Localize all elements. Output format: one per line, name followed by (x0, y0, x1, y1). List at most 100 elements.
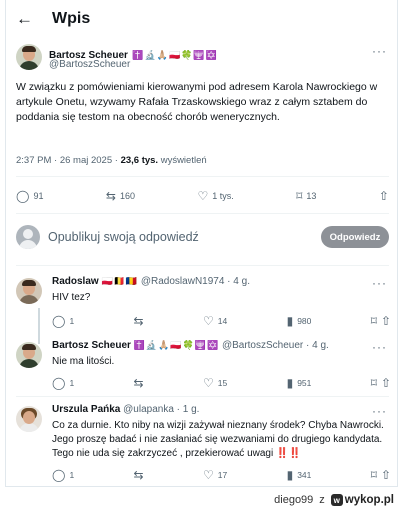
reply-actions: ◯ 1 ⇆ ♡ 14 ▮ 980 ⌑ ⇧ (52, 314, 391, 328)
page-title: Wpis (52, 10, 91, 27)
bookmark-icon: ⌑ (370, 376, 377, 390)
heart-icon: ♡ (197, 189, 209, 203)
watermark-user: diego99 (274, 494, 314, 506)
wykop-watermark: diego99 z w wykop.pl (274, 491, 394, 509)
retweet-icon: ⇆ (133, 376, 144, 390)
reply-author-handle[interactable]: @ulapanka · 1 g. (123, 404, 199, 415)
divider (16, 176, 389, 177)
bookmark-icon: ⌑ (296, 189, 303, 203)
my-avatar (16, 225, 40, 249)
reply-input[interactable]: Opublikuj swoją odpowiedź (48, 230, 321, 244)
reply-tweet[interactable]: Urszula Pańka @ulapanka · 1 g. ··· Co za… (16, 404, 391, 486)
more-options-icon[interactable]: ··· (372, 404, 387, 418)
chart-icon: ▮ (286, 468, 294, 482)
bookmark-stat[interactable]: ⌑ 13 (296, 190, 316, 202)
share-button[interactable]: ⇧ (379, 190, 389, 202)
views-label: wyświetleń (158, 155, 207, 166)
views-count: 23,6 tys. (120, 155, 159, 166)
divider (16, 265, 389, 266)
reply-tweet[interactable]: Bartosz Scheuer ✝️🔬🙏🏼🇵🇱🍀🕎✡️ @BartoszSche… (16, 340, 391, 390)
screenshot-frame: ← Wpis Bartosz Scheuer ✝️🔬🙏🏼🇵🇱🍀🕎✡️ @Bart… (0, 0, 400, 511)
more-options-icon[interactable]: ··· (372, 44, 387, 58)
like-stat[interactable]: ♡ 1 tys. (197, 190, 233, 202)
author-handle[interactable]: @BartoszScheuer (49, 59, 130, 70)
retweet-icon: ⇆ (133, 314, 144, 328)
like-stat[interactable]: ♡ 14 (203, 315, 227, 327)
reply-stat[interactable]: ◯ 1 (52, 377, 74, 389)
bookmark-share[interactable]: ⌑ ⇧ (371, 469, 391, 481)
arrow-left-icon[interactable]: ← (16, 9, 42, 29)
bookmark-share[interactable]: ⌑ ⇧ (371, 377, 391, 389)
watermark-z: z (319, 494, 325, 506)
reply-stat[interactable]: ◯ 1 (52, 469, 74, 481)
post-time[interactable]: 2:37 PM · 26 maj 2025 · (16, 155, 121, 166)
double-exclamation-icon: ‼️‼️ (276, 448, 301, 459)
chart-icon: ▮ (286, 376, 294, 390)
reply-button[interactable]: Odpowiedz (321, 226, 389, 248)
heart-icon: ♡ (202, 376, 214, 390)
share-icon: ⇧ (378, 189, 389, 203)
divider (16, 396, 389, 397)
reply-icon: ◯ (52, 468, 66, 482)
retweet-icon: ⇆ (105, 189, 116, 203)
reply-header: Bartosz Scheuer ✝️🔬🙏🏼🇵🇱🍀🕎✡️ @BartoszSche… (52, 340, 391, 351)
reply-tweet[interactable]: Radoslaw 🇵🇱🇧🇪🇷🇴 @RadoslawN1974 · 4 g. ··… (16, 276, 391, 344)
reply-author-handle[interactable]: @BartoszScheuer · 4 g. (222, 340, 329, 351)
reply-header: Urszula Pańka @ulapanka · 1 g. (52, 404, 391, 415)
reply-author-name[interactable]: Urszula Pańka (52, 404, 120, 415)
post-stats: ◯ 91 ⇆ 160 ♡ 1 tys. ⌑ 13 ⇧ (16, 187, 389, 205)
share-icon: ⇧ (380, 314, 391, 328)
share-icon: ⇧ (380, 468, 391, 482)
retweet-icon: ⇆ (133, 468, 144, 482)
main-post-text: W związku z pomówieniami kierowanymi pod… (16, 81, 378, 123)
retweet-stat[interactable]: ⇆ (134, 377, 144, 389)
reply-text: Co za durnie. Kto niby na wizji zażywał … (52, 420, 384, 459)
reply-author-emoji: 🇵🇱🇧🇪🇷🇴 (101, 276, 139, 286)
wykop-logo: w wykop.pl (330, 494, 394, 506)
reply-stat[interactable]: ◯ 91 (16, 190, 43, 202)
reply-icon: ◯ (16, 189, 30, 203)
heart-icon: ♡ (202, 314, 214, 328)
retweet-stat[interactable]: ⇆ (134, 469, 144, 481)
wykop-logo-icon: w (330, 494, 343, 506)
reply-icon: ◯ (52, 376, 66, 390)
reply-author-name[interactable]: Radoslaw (52, 276, 99, 287)
post-card: ← Wpis Bartosz Scheuer ✝️🔬🙏🏼🇵🇱🍀🕎✡️ @Bart… (5, 0, 398, 487)
bookmark-icon: ⌑ (370, 314, 377, 328)
reply-text: HIV tez? (52, 292, 91, 303)
bookmark-share[interactable]: ⌑ ⇧ (371, 315, 391, 327)
chart-icon: ▮ (286, 314, 294, 328)
views-stat[interactable]: ▮ 980 (287, 315, 312, 327)
views-stat[interactable]: ▮ 341 (287, 469, 312, 481)
reply-icon: ◯ (52, 314, 66, 328)
reply-header: Radoslaw 🇵🇱🇧🇪🇷🇴 @RadoslawN1974 · 4 g. (52, 276, 391, 287)
more-options-icon[interactable]: ··· (372, 340, 387, 354)
retweet-stat[interactable]: ⇆ 160 (106, 190, 135, 202)
reply-text: Nie ma litości. (52, 356, 115, 367)
reply-actions: ◯ 1 ⇆ ♡ 17 ▮ 341 ⌑ ⇧ (52, 468, 391, 482)
bookmark-icon: ⌑ (370, 468, 377, 482)
reply-author-name[interactable]: Bartosz Scheuer (52, 340, 131, 351)
main-post-author: Bartosz Scheuer ✝️🔬🙏🏼🇵🇱🍀🕎✡️ @BartoszSche… (16, 44, 391, 76)
post-meta: 2:37 PM · 26 maj 2025 · 23,6 tys. wyświe… (16, 155, 207, 166)
like-stat[interactable]: ♡ 17 (203, 469, 227, 481)
reply-author-emoji: ✝️🔬🙏🏼🇵🇱🍀🕎✡️ (133, 340, 220, 350)
reply-author-handle[interactable]: @RadoslawN1974 · 4 g. (141, 276, 250, 287)
avatar[interactable] (16, 278, 42, 304)
retweet-stat[interactable]: ⇆ (134, 315, 144, 327)
reply-actions: ◯ 1 ⇆ ♡ 15 ▮ 951 ⌑ ⇧ (52, 376, 391, 390)
share-icon: ⇧ (380, 376, 391, 390)
like-stat[interactable]: ♡ 15 (203, 377, 227, 389)
more-options-icon[interactable]: ··· (372, 276, 387, 290)
divider (16, 213, 389, 214)
page-header: ← Wpis (6, 0, 397, 38)
avatar[interactable] (16, 342, 42, 368)
avatar[interactable] (16, 406, 42, 432)
views-stat[interactable]: ▮ 951 (287, 377, 312, 389)
heart-icon: ♡ (202, 468, 214, 482)
avatar[interactable] (16, 44, 42, 70)
author-emoji: ✝️🔬🙏🏼🇵🇱🍀🕎✡️ (132, 50, 218, 60)
reply-stat[interactable]: ◯ 1 (52, 315, 74, 327)
thread-line (38, 308, 40, 344)
reply-composer: Opublikuj swoją odpowiedź Odpowiedz (16, 222, 389, 252)
